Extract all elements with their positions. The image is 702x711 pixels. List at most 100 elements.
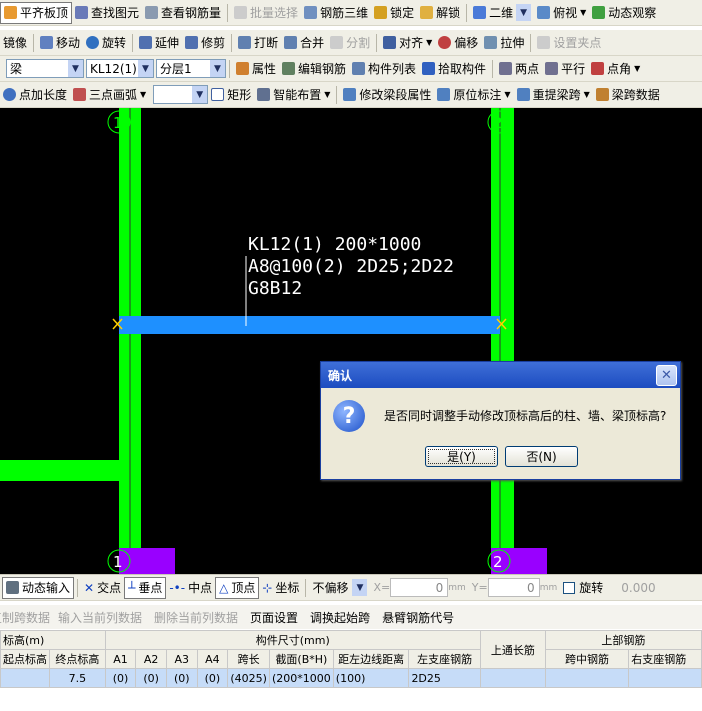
beam-left-stub[interactable] [0, 460, 119, 481]
swap-start-span-button[interactable]: 调换起始跨 [310, 609, 370, 626]
column-purple-1[interactable] [119, 548, 175, 574]
separator [227, 3, 229, 22]
add-length-button[interactable]: 点加长度 [0, 84, 70, 106]
header-a4: A4 [196, 649, 229, 669]
align-select[interactable]: 对齐 ▼ [380, 32, 435, 54]
close-button[interactable]: ✕ [656, 365, 677, 386]
mirror-button[interactable]: 镜像 [0, 32, 30, 54]
yes-button[interactable]: 是(Y) [425, 446, 498, 467]
rotate-value[interactable]: 0.000 [621, 581, 655, 595]
y-input[interactable]: 0 [487, 578, 540, 597]
component-list-button[interactable]: 构件列表 [349, 58, 419, 80]
merge-button[interactable]: 合并 [281, 32, 327, 54]
chevron-down-icon: ▼ [352, 579, 368, 596]
element-name-select[interactable]: KL12(1) ▼ [86, 59, 154, 78]
snap-perpendicular-button[interactable]: ┴ 垂点 [124, 576, 167, 599]
rectangle-icon [211, 88, 225, 101]
separator [530, 33, 532, 52]
cell-span[interactable]: (4025) [227, 668, 270, 688]
cell-section[interactable]: (200*1000 [269, 668, 334, 688]
cell-a1[interactable]: (0) [104, 668, 137, 688]
move-button[interactable]: 移动 [37, 32, 83, 54]
move-icon [40, 36, 54, 49]
rotate-checkbox[interactable] [563, 581, 576, 594]
arc-value-select[interactable]: ▼ [153, 85, 209, 104]
delete-column-button[interactable]: 删除当前列数据 [154, 609, 238, 626]
cell-through[interactable]: 2D25 [408, 668, 481, 688]
pick-component-button[interactable]: 拾取构件 [419, 58, 489, 80]
lock-button[interactable]: 锁定 [371, 2, 417, 24]
chevron-down-icon: ▼ [516, 4, 532, 21]
batch-select-button[interactable]: 批量选择 [231, 2, 301, 24]
cantilever-code-button[interactable]: 悬臂钢筋代号 [382, 609, 454, 626]
three-point-arc-select[interactable]: 三点画弧 ▼ [70, 84, 149, 106]
re-extract-span-select[interactable]: 重提梁跨 ▼ [514, 84, 593, 106]
x-unit: mm [448, 582, 466, 593]
point-angle-select[interactable]: 点角 ▼ [588, 58, 643, 80]
snap-midpoint-button[interactable]: -•- 中点 [166, 577, 215, 599]
find-element-button[interactable]: 查找图元 [72, 2, 142, 24]
split-button[interactable]: 分割 [327, 32, 373, 54]
parallel-button[interactable]: 平行 [542, 58, 588, 80]
unlock-button[interactable]: 解锁 [417, 2, 463, 24]
axis-label-2: 2 [493, 114, 503, 132]
snap-vertex-button[interactable]: △ 顶点 [215, 576, 260, 599]
cell-mid-span[interactable] [544, 668, 630, 688]
beam-kl12[interactable] [119, 316, 500, 334]
edit-rebar-button[interactable]: 编辑钢筋 [279, 58, 349, 80]
chevron-down-icon: ▼ [580, 8, 587, 17]
offset-mode-select[interactable]: 不偏移 ▼ [309, 578, 368, 597]
binoculars-icon [75, 6, 89, 19]
view-2d-select[interactable]: 二维 ▼ [470, 2, 534, 24]
snap-coordinate-button[interactable]: ⊹ 坐标 [259, 577, 302, 599]
rebar-3d-button[interactable]: 钢筋三维 [301, 2, 371, 24]
axis-label-2-bottom: 2 [493, 553, 503, 571]
cell-left-support[interactable] [479, 668, 546, 688]
top-view-select[interactable]: 俯视 ▼ [534, 2, 589, 24]
header-top-rebar: 上部钢筋 [544, 630, 702, 650]
no-button[interactable]: 否(N) [505, 446, 578, 467]
cell-a2[interactable]: (0) [135, 668, 167, 688]
element-type-select[interactable]: 梁 ▼ [6, 59, 84, 78]
trim-button[interactable]: 修剪 [182, 32, 228, 54]
cell-a4[interactable]: (0) [196, 668, 229, 688]
x-input[interactable]: 0 [390, 578, 449, 597]
rotate-icon [86, 36, 100, 49]
break-button[interactable]: 打断 [235, 32, 281, 54]
separator [305, 578, 307, 597]
properties-button[interactable]: 属性 [233, 58, 279, 80]
rotate-button[interactable]: 旋转 [83, 32, 129, 54]
cell-start-elev[interactable] [0, 668, 50, 688]
modify-span-button[interactable]: 修改梁段属性 [340, 84, 434, 106]
cell-right-support[interactable] [628, 668, 702, 688]
origin-label-select[interactable]: 原位标注 ▼ [434, 84, 513, 106]
cell-distance[interactable]: (100) [332, 668, 410, 688]
snap-intersect-button[interactable]: ✕ 交点 [81, 577, 124, 599]
drawing-canvas[interactable]: 1 2 1 2 KL12(1) 200*1000 A8@100(2) 2D25;… [0, 108, 702, 574]
smart-layout-select[interactable]: 智能布置 ▼ [254, 84, 333, 106]
chevron-down-icon: ▼ [583, 90, 590, 99]
set-grip-button[interactable]: 设置夹点 [534, 32, 604, 54]
stretch-button[interactable]: 拉伸 [481, 32, 527, 54]
rectangle-button[interactable]: 矩形 [208, 84, 254, 106]
cell-a3[interactable]: (0) [165, 668, 198, 688]
beam-label-side-rebar: G8B12 [248, 278, 302, 299]
input-column-button[interactable]: 输入当前列数据 [58, 609, 142, 626]
flat-top-button[interactable]: 平齐板顶 [0, 1, 73, 24]
column-axis-2[interactable] [491, 108, 514, 574]
layer-select[interactable]: 分层1 ▼ [156, 59, 226, 78]
cell-end-elev[interactable]: 7.5 [49, 668, 106, 688]
page-setup-button[interactable]: 页面设置 [250, 609, 298, 626]
two-point-button[interactable]: 两点 [496, 58, 542, 80]
beam-label-stirrup: A8@100(2) 2D25;2D22 [248, 256, 454, 277]
dynamic-input-button[interactable]: 动态输入 [2, 576, 75, 599]
y-unit: mm [539, 582, 558, 593]
view-rebar-button[interactable]: 查看钢筋量 [142, 2, 224, 24]
paste-span-data-button[interactable]: 复制跨数据 [0, 609, 50, 626]
table-row[interactable]: 7.5 (0) (0) (0) (0) (4025) (200*1000 (10… [0, 668, 702, 688]
dynamic-view-button[interactable]: 动态观察 [589, 2, 659, 24]
span-data-button[interactable]: 梁跨数据 [593, 84, 663, 106]
extend-button[interactable]: 延伸 [136, 32, 182, 54]
merge-icon [284, 36, 298, 49]
offset-button[interactable]: 偏移 [435, 32, 481, 54]
